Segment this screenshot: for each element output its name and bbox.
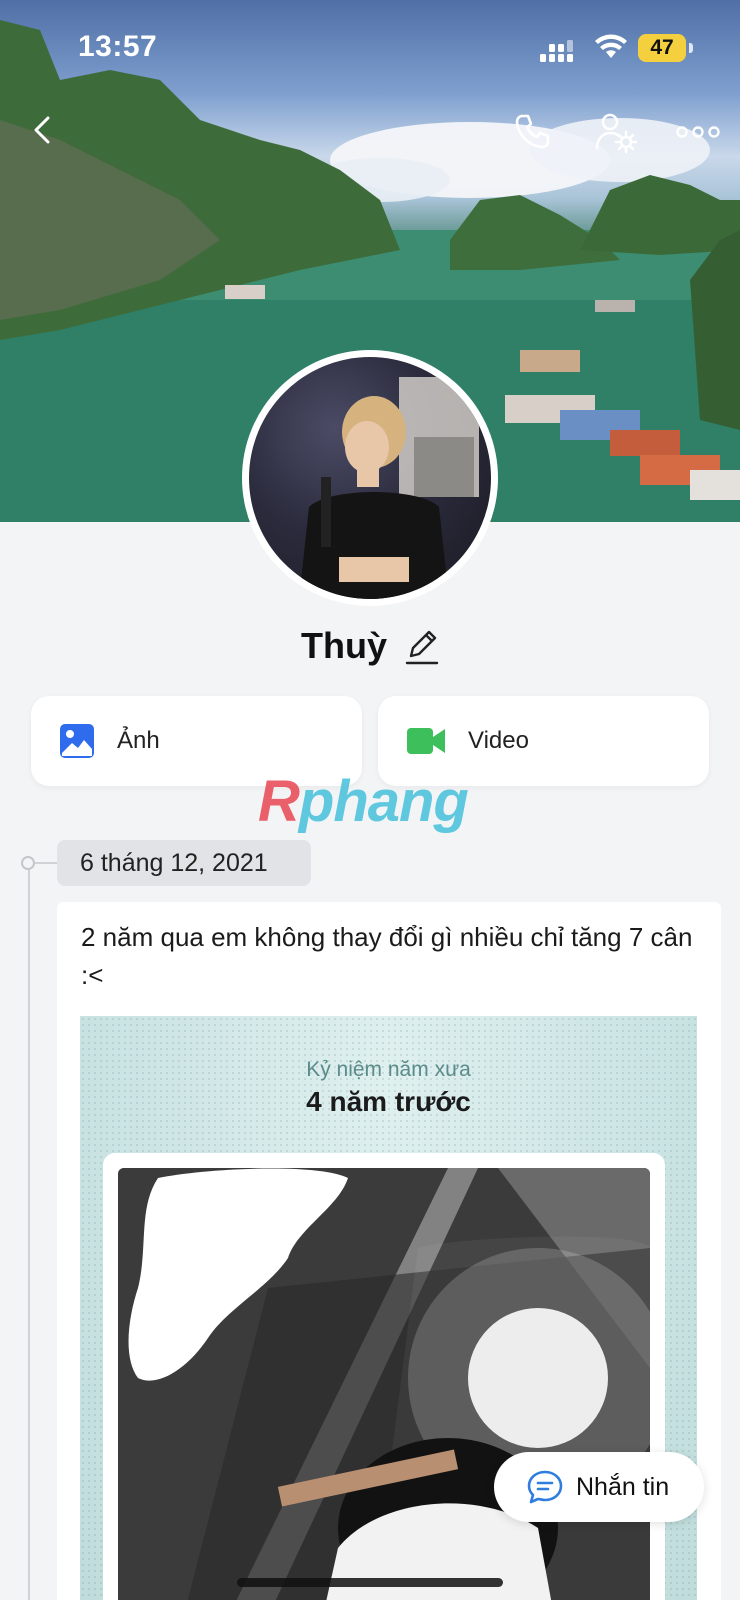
signal-icon xyxy=(540,40,573,62)
profile-name-row: Thuỳ xyxy=(0,625,740,667)
photos-label: Ảnh xyxy=(117,727,160,754)
back-chevron-icon[interactable] xyxy=(22,108,66,152)
user-settings-icon[interactable] xyxy=(594,110,638,154)
memory-photo-frame xyxy=(103,1153,665,1600)
message-button[interactable]: Nhắn tin xyxy=(494,1452,704,1522)
phone-call-icon[interactable] xyxy=(510,110,554,154)
wifi-icon xyxy=(595,34,627,58)
avatar[interactable] xyxy=(242,350,498,606)
post-text: 2 năm qua em không thay đổi gì nhiều chỉ… xyxy=(81,922,693,990)
watermark-logo: Rphang xyxy=(258,768,469,835)
more-options-icon[interactable] xyxy=(676,110,720,154)
avatar-photo xyxy=(249,357,491,599)
watermark-first: R xyxy=(258,769,300,834)
profile-name: Thuỳ xyxy=(301,625,387,666)
battery-indicator: 47 xyxy=(638,34,686,62)
memory-photo[interactable] xyxy=(118,1168,650,1600)
image-icon xyxy=(60,724,94,758)
status-bar: 13:57 47 xyxy=(0,0,740,100)
timeline-dot xyxy=(21,856,35,870)
battery-cap xyxy=(689,43,693,53)
memory-subtitle: Kỷ niệm năm xưa xyxy=(306,1058,471,1081)
timeline-line xyxy=(28,862,30,1600)
home-indicator[interactable] xyxy=(237,1578,503,1587)
edit-pencil-icon[interactable] xyxy=(405,626,439,666)
video-camera-icon xyxy=(407,728,445,754)
timeline-date: 6 tháng 12, 2021 xyxy=(57,840,311,886)
message-label: Nhắn tin xyxy=(576,1472,670,1501)
videos-label: Video xyxy=(468,727,529,754)
status-time: 13:57 xyxy=(78,30,158,63)
memory-title: 4 năm trước xyxy=(306,1086,471,1117)
watermark-rest: phang xyxy=(298,769,469,834)
chat-bubble-icon xyxy=(527,1470,563,1504)
timeline-connector xyxy=(35,862,57,864)
